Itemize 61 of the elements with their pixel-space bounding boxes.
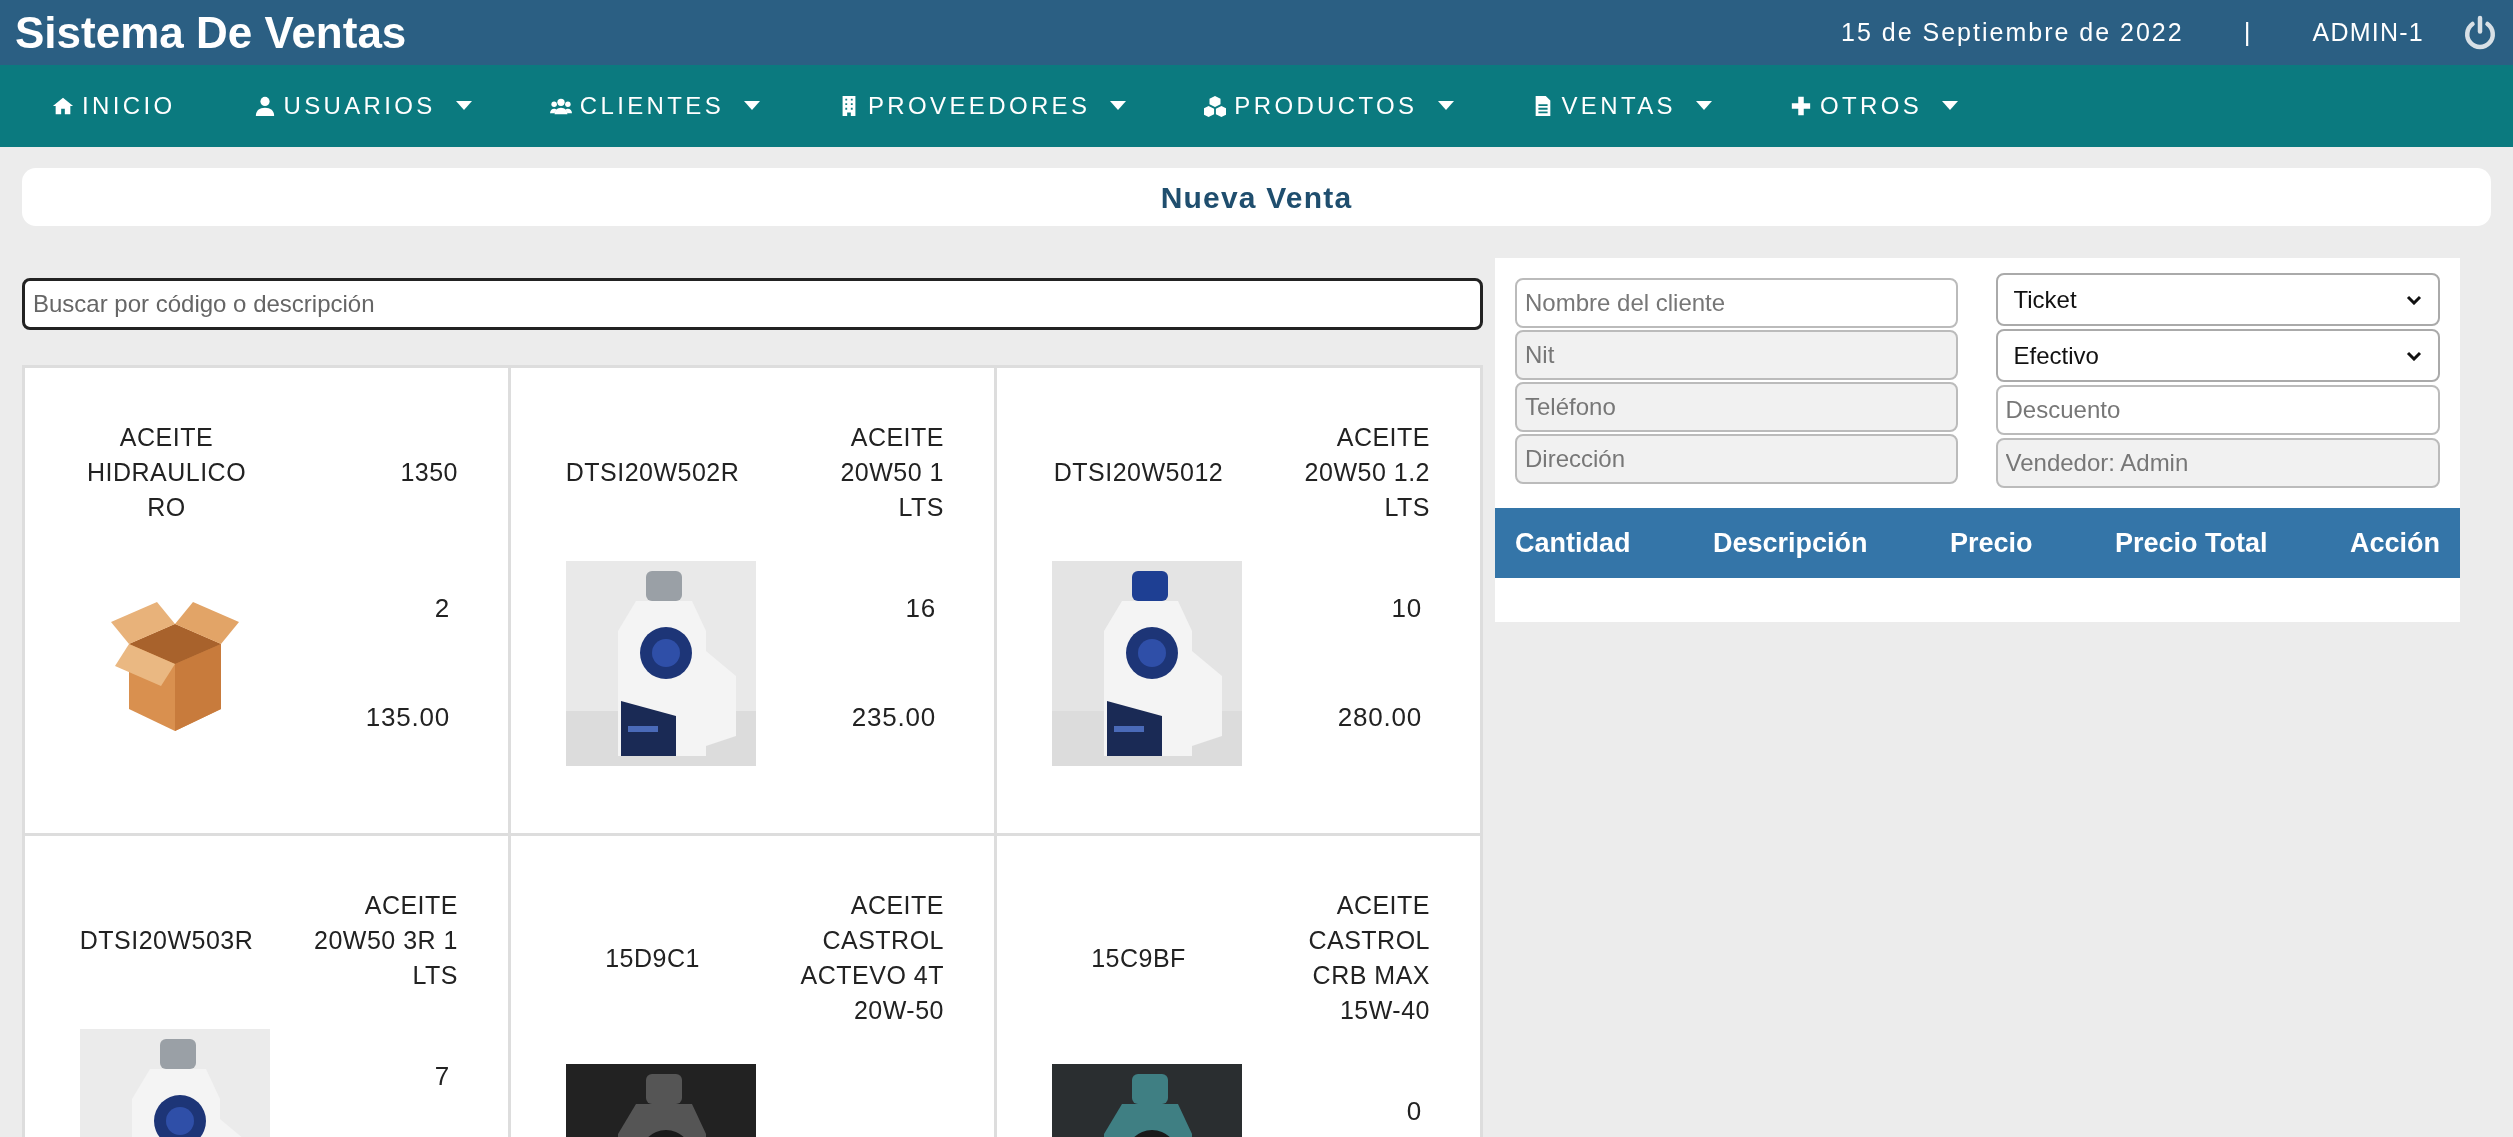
plus-icon: [1789, 95, 1812, 117]
product-text: ACEITE HIDRAULICO RO: [85, 422, 248, 523]
column-header: Acción: [2349, 526, 2440, 560]
stock-text: 16: [905, 592, 936, 625]
price-text: 135.00: [365, 701, 450, 734]
search-field[interactable]: Buscar por código o descripción: [22, 278, 1483, 330]
column-header: Cantidad: [1515, 526, 1631, 560]
product-text: DTSI20W503R: [78, 925, 255, 956]
product-card[interactable]: DTSI20W503R ACEITE 20W50 3R 1 LTS 7: [25, 836, 511, 1137]
product-text: ACEITE 20W50 3R 1 LTS: [313, 890, 458, 991]
chevron-icon: [2406, 350, 2422, 361]
page-title: Nueva Venta: [1160, 179, 1353, 216]
caret-icon[interactable]: [1695, 101, 1712, 111]
stock-text: 10: [1391, 592, 1422, 625]
separator: |: [2243, 16, 2251, 49]
caret-icon[interactable]: [1110, 101, 1127, 111]
stock-text: 0: [1406, 1095, 1422, 1128]
column-header: Descripción: [1712, 526, 1868, 560]
product-card[interactable]: DTSI20W5012 ACEITE 20W50 1.2 LTS 10 280.00: [997, 368, 1483, 836]
product-text: 15D9C1: [604, 942, 701, 974]
product-card[interactable]: 15C9BF ACEITE CASTROL CRB MAX 15W-40 0: [997, 836, 1483, 1137]
cubes-icon: [1204, 95, 1227, 117]
home-icon: [52, 95, 74, 117]
column-header: Precio: [1949, 526, 2033, 560]
app-title: Sistema De Ventas: [15, 10, 407, 55]
column-header: Precio Total: [2114, 526, 2268, 560]
product-text: ACEITE CASTROL CRB MAX 15W-40: [1307, 890, 1430, 1026]
price-text: 235.00: [851, 701, 936, 734]
caret-icon[interactable]: [744, 101, 760, 111]
input-field[interactable]: Descuento: [1995, 385, 2440, 435]
product-card[interactable]: DTSI20W502R ACEITE 20W50 1 LTS 16 235.00: [511, 368, 997, 836]
price-text: 280.00: [1337, 701, 1422, 734]
caret-icon[interactable]: [1942, 101, 1959, 111]
nav-menu-item[interactable]: PROVEEDORES: [868, 88, 1091, 124]
caret-icon[interactable]: [455, 101, 472, 111]
product-text: DTSI20W5012: [1052, 457, 1225, 488]
nav-menu-item[interactable]: USUARIOS: [283, 88, 436, 124]
nav-menu-item[interactable]: INICIO: [82, 88, 176, 124]
product-card[interactable]: 15D9C1 ACEITE CASTROL ACTEVO 4T 20W-50: [511, 836, 997, 1137]
nav-menu-item[interactable]: OTROS: [1819, 88, 1923, 124]
chevron-icon: [2406, 294, 2422, 305]
nav-menu-item[interactable]: CLIENTES: [579, 88, 724, 124]
caret-icon[interactable]: [1437, 101, 1454, 111]
stock-text: 7: [434, 1060, 450, 1093]
dropdown-select[interactable]: Ticket: [1995, 273, 2440, 326]
date-text: 15 de Septiembre de 2022: [1841, 16, 2184, 48]
product-text: ACEITE CASTROL ACTEVO 4T 20W-50: [799, 890, 944, 1026]
product-text: ACEITE 20W50 1.2 LTS: [1303, 422, 1430, 523]
user-icon: [253, 95, 276, 117]
nav-menu-item[interactable]: PRODUCTOS: [1234, 88, 1418, 124]
power-icon[interactable]: [2462, 13, 2498, 52]
product-card[interactable]: ACEITE HIDRAULICO RO 1350 2 135.00: [25, 368, 511, 836]
nav-menu-item[interactable]: VENTAS: [1561, 88, 1676, 124]
dropdown-select[interactable]: Efectivo: [1995, 329, 2440, 382]
user-name: ADMIN-1: [2312, 16, 2424, 48]
product-text: ACEITE 20W50 1 LTS: [839, 422, 944, 523]
stock-text: 2: [434, 592, 450, 625]
product-text: DTSI20W502R: [564, 457, 741, 488]
product-text: 15C9BF: [1090, 942, 1187, 974]
input-field[interactable]: Nombre del cliente: [1515, 278, 1958, 328]
product-text: 1350: [399, 457, 458, 488]
